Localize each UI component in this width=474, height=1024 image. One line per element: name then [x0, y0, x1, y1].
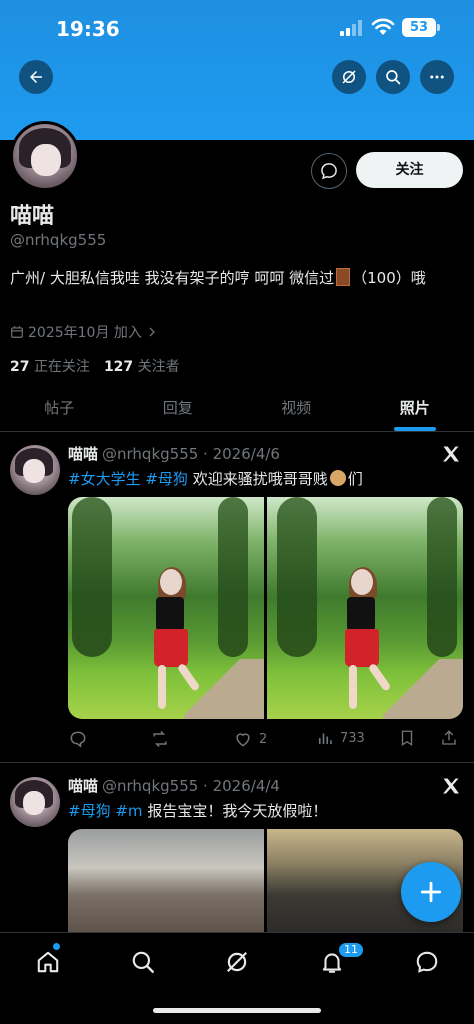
- x-logo-icon: [443, 778, 459, 794]
- grok-icon: [342, 70, 356, 84]
- post-avatar[interactable]: [10, 777, 60, 827]
- post-text-suffix: 们: [347, 470, 363, 488]
- message-icon: [321, 163, 337, 180]
- follow-stats: 27 正在关注 127 关注者: [10, 356, 180, 376]
- home-unread-dot: [53, 943, 60, 950]
- bio-text-part2: （100）哦: [352, 269, 426, 287]
- post-meta: @nrhqkg555 · 2026/4/4: [102, 777, 280, 795]
- post-author-name[interactable]: 喵喵: [68, 445, 98, 463]
- post-photo[interactable]: [68, 497, 264, 719]
- followers-label: 关注者: [137, 359, 180, 375]
- post-text-body: 欢迎来骚扰哦哥哥贱: [192, 470, 328, 488]
- post-text-body: 报告宝宝！我今天放假啦！: [147, 802, 328, 820]
- tab-videos[interactable]: 视频: [237, 388, 356, 431]
- reply-icon: [70, 731, 86, 748]
- tab-replies[interactable]: 回复: [119, 388, 238, 431]
- profile-bio: 广州/ 大胆私信我哇 我没有架子的哼 呵呵 微信过 （100）哦: [10, 266, 460, 290]
- status-bar: 19:36 53: [0, 0, 474, 56]
- hashtag-link[interactable]: #女大学生: [68, 470, 141, 488]
- notifications-badge: 11: [337, 941, 365, 959]
- follow-button[interactable]: 关注: [356, 152, 463, 188]
- views-button[interactable]: 733: [316, 729, 365, 747]
- post-media[interactable]: [68, 497, 463, 719]
- post[interactable]: 喵喵 @nrhqkg555 · 2026/4/6 #女大学生 #母狗 欢迎来骚扰哦…: [0, 433, 474, 763]
- more-button[interactable]: [420, 60, 454, 94]
- search-icon: [132, 951, 154, 973]
- x-logo-icon: [443, 446, 459, 462]
- profile-display-name: 喵喵: [10, 204, 55, 229]
- back-button[interactable]: [19, 60, 53, 94]
- more-icon: [430, 75, 444, 79]
- retweet-button[interactable]: [150, 729, 170, 749]
- post-actions: 2 733: [68, 729, 463, 749]
- bookmark-button[interactable]: [398, 729, 416, 747]
- chat-icon: [416, 951, 438, 973]
- message-button[interactable]: [311, 153, 347, 189]
- following-count: 27: [10, 359, 30, 375]
- post-author-name[interactable]: 喵喵: [68, 777, 98, 795]
- post-text: #母狗 #m 报告宝宝！我今天放假啦！: [68, 800, 327, 821]
- post-header: 喵喵 @nrhqkg555 · 2026/4/4: [68, 775, 280, 796]
- tab-photos[interactable]: 照片: [356, 388, 474, 431]
- compose-button[interactable]: [401, 862, 461, 922]
- views-icon: [318, 733, 332, 744]
- like-button[interactable]: 2: [233, 729, 267, 749]
- reply-button[interactable]: [68, 729, 88, 749]
- post-photo[interactable]: [267, 497, 463, 719]
- dog-emoji-icon: [329, 470, 346, 486]
- back-icon: [30, 71, 42, 83]
- share-icon: [442, 730, 456, 745]
- wifi-icon: [371, 18, 395, 35]
- joined-text: 2025年10月 加入: [28, 325, 142, 341]
- battery-indicator: 53: [402, 18, 440, 37]
- bookmark-icon: [401, 730, 413, 747]
- home-icon: [37, 951, 59, 973]
- hashtag-link[interactable]: #母狗: [68, 802, 111, 820]
- hashtag-link[interactable]: #母狗: [145, 470, 188, 488]
- following-link[interactable]: 27 正在关注: [10, 359, 90, 375]
- nav-messages[interactable]: [412, 947, 442, 977]
- bio-text-part1: 广州/ 大胆私信我哇 我没有架子的哼 呵呵 微信过: [10, 269, 335, 287]
- search-button[interactable]: [376, 60, 410, 94]
- views-count: 733: [340, 730, 365, 746]
- home-indicator: [153, 1008, 321, 1013]
- retweet-icon: [153, 730, 167, 748]
- like-icon: [236, 733, 250, 747]
- status-time: 19:36: [56, 17, 120, 41]
- search-icon: [386, 70, 401, 85]
- post-header: 喵喵 @nrhqkg555 · 2026/4/6: [68, 443, 280, 464]
- followers-count: 127: [103, 359, 134, 375]
- post-photo[interactable]: [68, 829, 264, 939]
- plus-icon: [420, 881, 442, 903]
- grok-button[interactable]: [332, 60, 366, 94]
- post-meta: @nrhqkg555 · 2026/4/6: [102, 445, 280, 463]
- hashtag-link[interactable]: #m: [115, 802, 142, 820]
- like-count: 2: [259, 731, 268, 747]
- post[interactable]: 喵喵 @nrhqkg555 · 2026/4/4 #母狗 #m 报告宝宝！我今天放…: [0, 765, 474, 939]
- chevron-right-icon[interactable]: [146, 326, 158, 338]
- nav-grok[interactable]: [222, 947, 252, 977]
- nav-home[interactable]: [33, 947, 63, 977]
- grok-icon: [227, 952, 247, 972]
- share-button[interactable]: [440, 729, 458, 747]
- profile-avatar[interactable]: [10, 121, 80, 191]
- profile-handle: @nrhqkg555: [10, 231, 107, 249]
- cellular-signal-icon: [340, 20, 362, 36]
- post-avatar[interactable]: [10, 445, 60, 495]
- following-label: 正在关注: [33, 359, 90, 375]
- calendar-icon: [11, 326, 23, 338]
- door-emoji-icon: [336, 268, 351, 286]
- post-text: #女大学生 #母狗 欢迎来骚扰哦哥哥贱 们: [68, 468, 363, 489]
- profile-tabs: 帖子 回复 视频 照片: [0, 388, 474, 432]
- nav-search[interactable]: [128, 947, 158, 977]
- followers-link[interactable]: 127 关注者: [104, 359, 180, 375]
- joined-date: 2025年10月 加入: [10, 322, 158, 342]
- tab-posts[interactable]: 帖子: [0, 388, 119, 431]
